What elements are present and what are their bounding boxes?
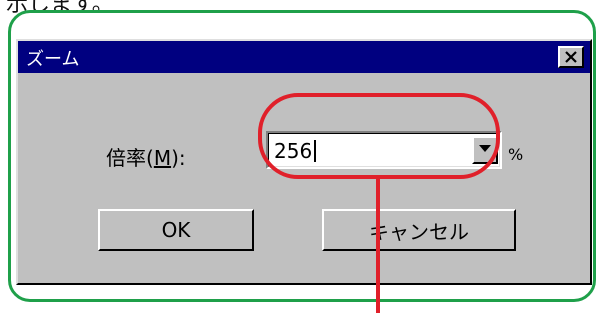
magnification-label: 倍率(M): (106, 142, 186, 171)
magnification-label-prefix: 倍率( (106, 146, 154, 170)
ok-button[interactable]: OK (98, 209, 254, 251)
callout-line (376, 176, 380, 313)
magnification-label-suffix: ): (171, 146, 186, 170)
close-x-icon (565, 51, 577, 63)
close-button[interactable] (558, 46, 584, 68)
percent-unit: % (508, 145, 524, 164)
highlight-oval (258, 93, 500, 179)
magnification-label-mnemonic: M (153, 146, 172, 170)
cancel-button[interactable]: キャンセル (322, 209, 516, 251)
dialog-titlebar: ズーム (18, 41, 590, 73)
dialog-title: ズーム (26, 49, 80, 70)
